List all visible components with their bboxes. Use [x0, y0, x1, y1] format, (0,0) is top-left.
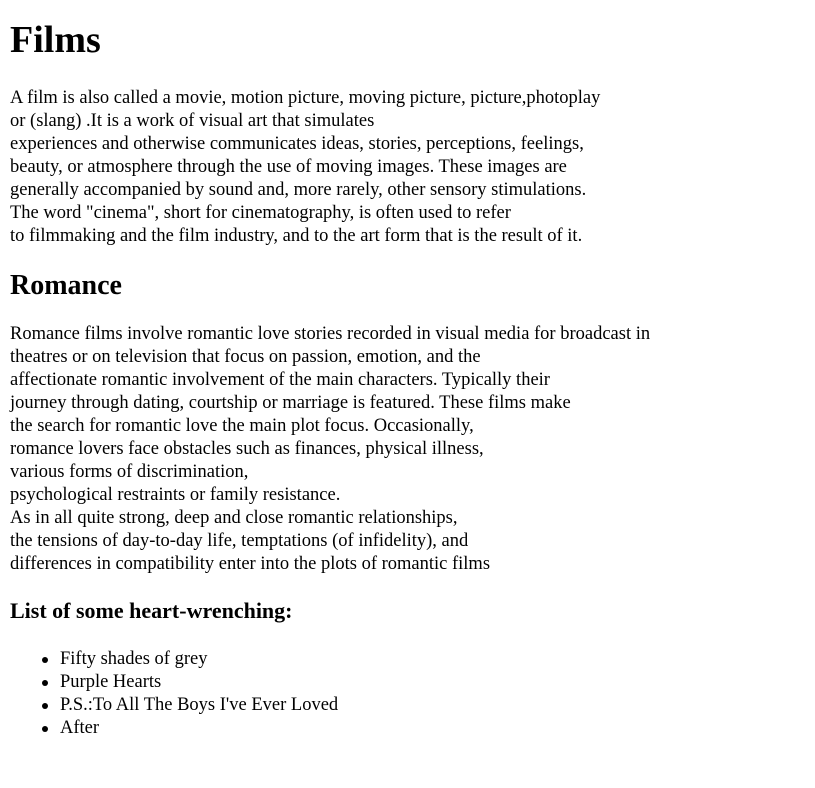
intro-line: beauty, or atmosphere through the use of…: [10, 157, 567, 177]
film-list: Fifty shades of grey Purple Hearts P.S.:…: [10, 648, 805, 740]
romance-heading: Romance: [10, 270, 122, 301]
romance-line: As in all quite strong, deep and close r…: [10, 508, 458, 528]
romance-paragraph: Romance films involve romantic love stor…: [10, 323, 805, 576]
list-item: Fifty shades of grey: [42, 648, 805, 671]
list-item-label: P.S.:To All The Boys I've Ever Loved: [60, 695, 339, 715]
intro-line: experiences and otherwise communicates i…: [10, 134, 584, 154]
list-item-label: After: [60, 718, 100, 738]
bullet-icon: [42, 657, 48, 663]
bullet-icon: [42, 680, 48, 686]
romance-line: differences in compatibility enter into …: [10, 554, 491, 574]
romance-line: romance lovers face obstacles such as fi…: [10, 439, 484, 459]
intro-line: to filmmaking and the film industry, and…: [10, 226, 583, 246]
bullet-icon: [42, 703, 48, 709]
romance-line: journey through dating, courtship or mar…: [10, 393, 571, 413]
list-item-label: Fifty shades of grey: [60, 649, 208, 669]
romance-line: the tensions of day-to-day life, temptat…: [10, 531, 469, 551]
romance-line: psychological restraints or family resis…: [10, 485, 341, 505]
intro-line: generally accompanied by sound and, more…: [10, 180, 587, 200]
list-item-label: Purple Hearts: [60, 672, 162, 692]
romance-line: Romance films involve romantic love stor…: [10, 324, 651, 344]
intro-line: The word "cinema", short for cinematogra…: [10, 203, 511, 223]
romance-line: theatres or on television that focus on …: [10, 347, 481, 367]
romance-line: various forms of discrimination,: [10, 462, 249, 482]
romance-line: affectionate romantic involvement of the…: [10, 370, 550, 390]
page-content: Films A film is also called a movie, mot…: [0, 18, 815, 740]
list-heading: List of some heart-wrenching:: [10, 598, 293, 623]
page-title: Films: [10, 19, 101, 61]
intro-line: A film is also called a movie, motion pi…: [10, 88, 601, 108]
list-item: After: [42, 717, 805, 740]
bullet-icon: [42, 726, 48, 732]
intro-line: or (slang) .It is a work of visual art t…: [10, 111, 375, 131]
list-item: Purple Hearts: [42, 671, 805, 694]
list-item: P.S.:To All The Boys I've Ever Loved: [42, 694, 805, 717]
intro-paragraph: A film is also called a movie, motion pi…: [10, 87, 805, 248]
romance-line: the search for romantic love the main pl…: [10, 416, 474, 436]
